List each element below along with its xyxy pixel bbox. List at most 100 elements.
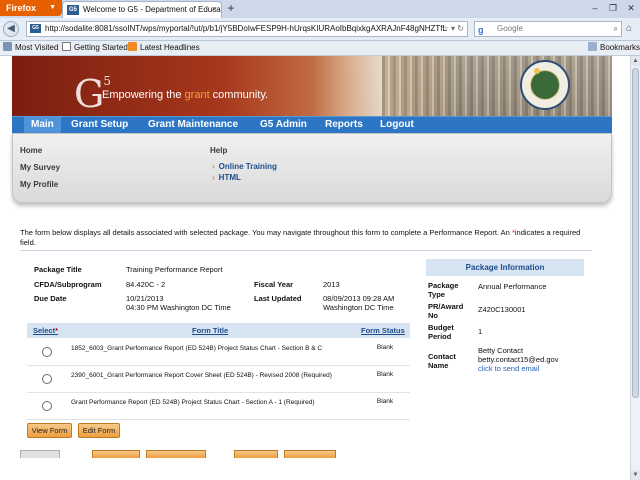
label-line: Package — [428, 281, 459, 290]
bookmark-folder-icon — [3, 42, 12, 51]
scrollbar-thumb[interactable] — [632, 68, 639, 398]
form-status-cell: Blank — [376, 371, 394, 378]
help-link-online-training[interactable]: › Online Training — [212, 162, 277, 171]
form-title-cell: Grant Performance Report (ED 524B) Proje… — [71, 399, 315, 406]
edit-form-button[interactable]: Edit Form — [78, 423, 120, 438]
pr-award-label: PR/Award No — [428, 302, 463, 320]
budget-period-label: Budget Period — [428, 323, 454, 341]
send-email-link[interactable]: click to send email — [478, 364, 539, 373]
partial-button[interactable] — [146, 450, 206, 458]
intro-text: The form below displays all details asso… — [20, 228, 595, 248]
bookmarks-menu[interactable]: Bookmarks — [588, 42, 640, 54]
close-window-icon[interactable]: ✕ — [622, 0, 640, 16]
column-header-form-status[interactable]: Form Status — [361, 323, 405, 338]
contact-email-value: betty.contact15@ed.gov — [478, 355, 559, 364]
close-tab-icon[interactable]: × — [212, 2, 217, 17]
arrow-right-icon: › — [212, 162, 215, 171]
last-updated-timezone: Washington DC Time — [323, 303, 394, 312]
submenu-home[interactable]: Home — [20, 146, 42, 155]
fiscal-year-value: 2013 — [323, 280, 340, 289]
contact-name-value: Betty Contact — [478, 346, 524, 355]
form-title-cell: 2390_6001_Grant Performance Report Cover… — [71, 372, 332, 379]
cfda-value: 84.420C - 2 — [126, 280, 166, 289]
scroll-up-icon[interactable]: ▲ — [631, 56, 640, 66]
address-bar[interactable]: G5 http://sodalite:8081/ssoINT/wps/mypor… — [26, 21, 468, 37]
reload-icon[interactable]: ☆ ▾ ↻ — [442, 22, 464, 36]
select-radio[interactable] — [42, 401, 52, 411]
bookmark-latest-headlines[interactable]: Latest Headlines — [128, 42, 200, 54]
select-radio[interactable] — [42, 374, 52, 384]
package-information-heading: Package Information — [426, 259, 584, 276]
g5-favicon-icon: G5 — [67, 5, 79, 15]
search-icon[interactable]: ⌕ — [614, 22, 618, 36]
label-line: Type — [428, 290, 445, 299]
package-information-panel: Package Information Package Type Annual P… — [426, 259, 584, 381]
arrow-right-icon: › — [212, 173, 215, 182]
menu-item-main[interactable]: Main — [24, 117, 61, 134]
search-placeholder: Google — [497, 24, 523, 33]
back-button[interactable]: ◀ — [3, 21, 19, 37]
home-icon[interactable]: ⌂ — [626, 23, 638, 35]
label-line: Budget — [428, 323, 454, 332]
browser-tab-active[interactable]: G5 Welcome to G5 - Department of Educati… — [62, 1, 222, 18]
select-radio[interactable] — [42, 347, 52, 357]
label-line: Contact — [428, 352, 456, 361]
chevron-down-icon: ▼ — [49, 4, 56, 11]
submenu-my-profile[interactable]: My Profile — [20, 180, 58, 189]
browser-nav-bar: ◀ G5 http://sodalite:8081/ssoINT/wps/myp… — [0, 18, 640, 41]
tab-title: Welcome to G5 - Department of Educati... — [83, 5, 222, 14]
help-link-html[interactable]: › HTML — [212, 173, 241, 182]
table-row: 2390_6001_Grant Performance Report Cover… — [27, 365, 410, 393]
menu-item-reports[interactable]: Reports — [318, 117, 370, 134]
table-row: 1852_6003_Grant Performance Report (ED 5… — [27, 338, 410, 366]
menu-item-grant-maintenance[interactable]: Grant Maintenance — [141, 117, 245, 134]
bookmark-most-visited[interactable]: Most Visited — [3, 42, 58, 54]
url-text: http://sodalite:8081/ssoINT/wps/myportal… — [45, 24, 447, 33]
minimize-icon[interactable]: – — [586, 0, 604, 16]
tagline-accent: grant — [184, 89, 210, 101]
rss-icon — [128, 42, 137, 51]
pr-award-value: Z420C130001 — [478, 305, 526, 314]
tagline-start: Empowering the — [102, 89, 185, 101]
partial-button[interactable] — [234, 450, 278, 458]
page-frame: G5 Empowering the grant community. Main … — [12, 56, 612, 480]
menu-item-g5-admin[interactable]: G5 Admin — [253, 117, 314, 134]
bookmark-label: Getting Started — [74, 43, 128, 52]
search-input[interactable]: g Google ⌕ — [474, 21, 622, 37]
g5-logo: G5 — [74, 72, 111, 116]
maximize-icon[interactable]: ❐ — [604, 0, 622, 16]
column-header-select[interactable]: Select* — [33, 323, 58, 338]
vertical-scrollbar[interactable]: ▲ ▼ — [630, 56, 640, 480]
column-header-form-title[interactable]: Form Title — [192, 323, 228, 338]
partial-button[interactable] — [92, 450, 140, 458]
new-tab-button[interactable]: + — [224, 2, 238, 16]
label-line: Period — [428, 332, 452, 341]
form-status-cell: Blank — [376, 344, 394, 351]
view-form-button[interactable]: View Form — [27, 423, 72, 438]
menu-item-grant-setup[interactable]: Grant Setup — [64, 117, 135, 134]
label-line: Name — [428, 361, 449, 370]
partial-button-grey[interactable] — [20, 450, 60, 458]
seal-sun — [534, 68, 540, 74]
menu-item-logout[interactable]: Logout — [373, 117, 421, 134]
due-date-label: Due Date — [34, 294, 67, 303]
label-line: No — [428, 311, 438, 320]
last-updated-value: 08/09/2013 09:28 AM — [323, 294, 395, 303]
intro-text-part-a: The form below displays all details asso… — [20, 228, 512, 237]
last-updated-label: Last Updated — [254, 294, 302, 303]
form-status-cell: Blank — [376, 398, 394, 405]
bookmark-getting-started[interactable]: Getting Started — [62, 42, 128, 54]
tagline-end: community. — [209, 89, 269, 101]
browser-tab-bar: Firefox ▼ G5 Welcome to G5 - Department … — [0, 0, 640, 19]
due-time-value: 04:30 PM Washington DC Time — [126, 303, 231, 312]
required-star: * — [55, 326, 59, 335]
bookmarks-menu-label: Bookmarks — [600, 43, 640, 52]
bookmark-label: Latest Headlines — [140, 43, 200, 52]
table-row: Grant Performance Report (ED 524B) Proje… — [27, 392, 410, 420]
package-type-label: Package Type — [428, 281, 458, 299]
submenu-my-survey[interactable]: My Survey — [20, 163, 60, 172]
site-favicon-icon: G5 — [30, 24, 41, 33]
partial-button[interactable] — [284, 450, 336, 458]
firefox-menu-button[interactable]: Firefox ▼ — [0, 0, 62, 16]
scroll-down-icon[interactable]: ▼ — [631, 470, 640, 480]
